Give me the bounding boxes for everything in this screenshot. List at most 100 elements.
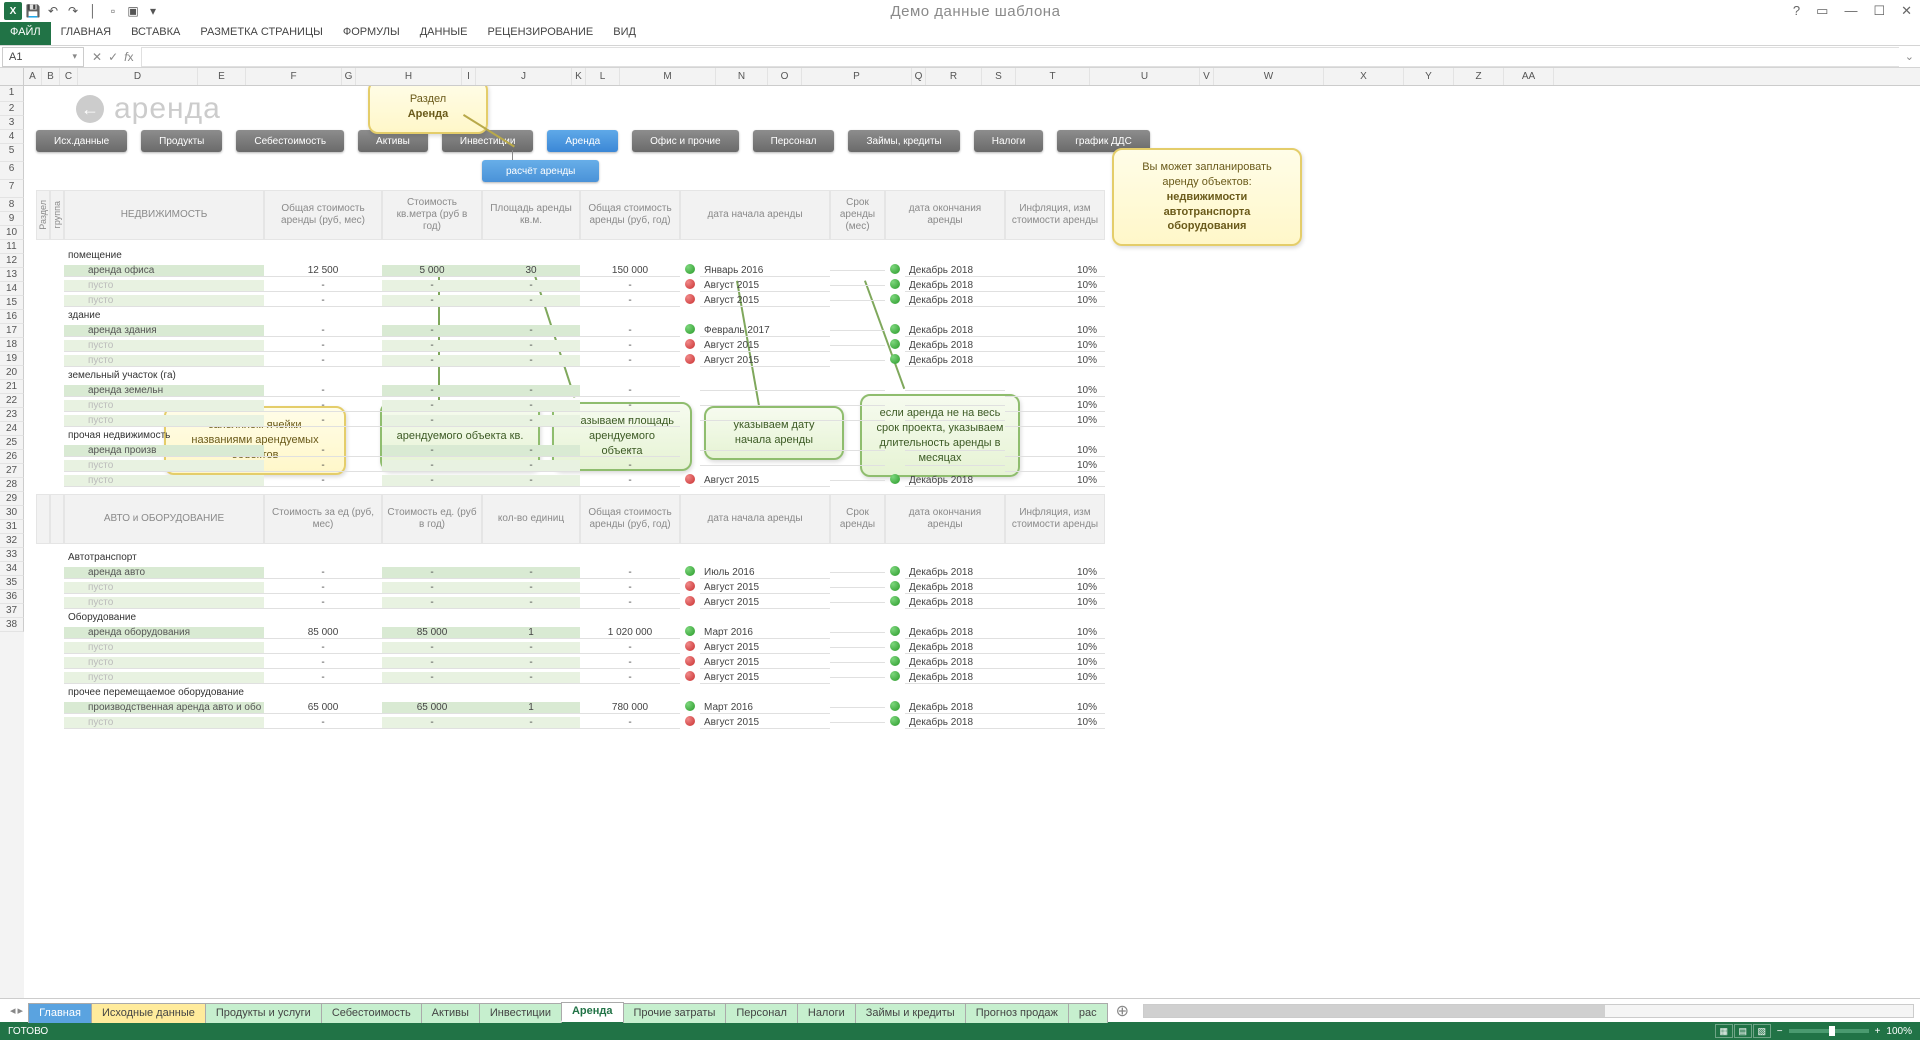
table-row[interactable]: аренда здания----Февраль 2017Декабрь 201… (64, 323, 1105, 338)
sheet-tab[interactable]: Главная (28, 1003, 92, 1023)
table-row[interactable]: пусто----Август 2015Декабрь 201810% (64, 293, 1105, 308)
col-header[interactable]: A (24, 68, 42, 85)
sheet-tab[interactable]: Инвестиции (479, 1003, 562, 1023)
formula-input[interactable] (141, 47, 1898, 67)
row-header[interactable]: 8 (0, 198, 24, 212)
sheet-tab[interactable]: Персонал (725, 1003, 798, 1023)
nav-button[interactable]: Офис и прочие (632, 130, 738, 152)
col-header[interactable]: H (356, 68, 462, 85)
table-row[interactable]: прочая недвижимость (64, 428, 264, 443)
enter-formula-icon[interactable]: ✓ (108, 50, 118, 64)
sheet-tab[interactable]: Займы и кредиты (855, 1003, 966, 1023)
name-box[interactable]: A1 (2, 47, 84, 67)
table-row[interactable]: помещение (64, 248, 264, 263)
table-row[interactable]: пусто----10% (64, 398, 1105, 413)
open-icon[interactable]: ▣ (124, 2, 142, 20)
table-row[interactable]: пусто----Август 2015Декабрь 201810% (64, 278, 1105, 293)
redo-icon[interactable]: ↷ (64, 2, 82, 20)
row-header[interactable]: 27 (0, 464, 24, 478)
table-row[interactable]: земельный участок (га) (64, 368, 264, 383)
table-row[interactable]: Автотранспорт (64, 550, 264, 565)
col-header[interactable]: C (60, 68, 78, 85)
col-header[interactable]: T (1016, 68, 1090, 85)
zoom-in-button[interactable]: + (1875, 1026, 1881, 1037)
row-header[interactable]: 19 (0, 352, 24, 366)
col-header[interactable]: J (476, 68, 572, 85)
ribbon-tab-вставка[interactable]: ВСТАВКА (121, 22, 190, 45)
ribbon-tab-рецензирование[interactable]: РЕЦЕНЗИРОВАНИЕ (477, 22, 603, 45)
col-header[interactable]: P (802, 68, 912, 85)
nav-button[interactable]: Исх.данные (36, 130, 127, 152)
col-header[interactable]: M (620, 68, 716, 85)
zoom-slider[interactable] (1789, 1029, 1869, 1033)
table-row[interactable]: аренда земельн----10% (64, 383, 1105, 398)
table-row[interactable]: производственная аренда авто и обо65 000… (64, 700, 1105, 715)
help-icon[interactable]: ? (1789, 3, 1804, 19)
table-row[interactable]: пусто----Август 2015Декабрь 201810% (64, 655, 1105, 670)
close-icon[interactable]: ✕ (1897, 3, 1916, 19)
expand-fbar-icon[interactable]: ⌄ (1899, 50, 1920, 63)
fx-icon[interactable]: fx (124, 50, 133, 64)
table-row[interactable]: здание (64, 308, 264, 323)
col-header[interactable]: B (42, 68, 60, 85)
row-header[interactable]: 3 (0, 116, 24, 130)
nav-button[interactable]: Налоги (974, 130, 1044, 152)
ribbon-tab-данные[interactable]: ДАННЫЕ (410, 22, 478, 45)
tab-last-icon[interactable]: ▸ (18, 1004, 24, 1017)
row-header[interactable]: 6 (0, 162, 24, 180)
row-header[interactable]: 11 (0, 240, 24, 254)
sheet-tab[interactable]: Продукты и услуги (205, 1003, 322, 1023)
table-row[interactable]: Оборудование (64, 610, 264, 625)
row-header[interactable]: 7 (0, 180, 24, 198)
col-header[interactable]: N (716, 68, 768, 85)
sheet-tab[interactable]: Налоги (797, 1003, 856, 1023)
save-icon[interactable]: 💾 (24, 2, 42, 20)
row-header[interactable]: 23 (0, 408, 24, 422)
row-header[interactable]: 1 (0, 86, 24, 102)
row-header[interactable]: 18 (0, 338, 24, 352)
row-header[interactable]: 5 (0, 144, 24, 162)
row-header[interactable]: 37 (0, 604, 24, 618)
col-header[interactable]: O (768, 68, 802, 85)
row-header[interactable]: 36 (0, 590, 24, 604)
table-row[interactable]: пусто----10% (64, 458, 1105, 473)
table-row[interactable]: пусто----Август 2015Декабрь 201810% (64, 353, 1105, 368)
select-all-corner[interactable] (0, 68, 24, 85)
col-header[interactable]: F (246, 68, 342, 85)
table-row[interactable]: пусто----10% (64, 413, 1105, 428)
ribbon-tab-файл[interactable]: ФАЙЛ (0, 22, 51, 45)
row-header[interactable]: 34 (0, 562, 24, 576)
row-header[interactable]: 2 (0, 102, 24, 116)
row-header[interactable]: 12 (0, 254, 24, 268)
row-header[interactable]: 4 (0, 130, 24, 144)
row-header[interactable]: 26 (0, 450, 24, 464)
table-row[interactable]: пусто----Август 2015Декабрь 201810% (64, 473, 1105, 488)
sheet-tab[interactable]: Прочие затраты (623, 1003, 727, 1023)
sheet-tab[interactable]: Активы (421, 1003, 480, 1023)
row-header[interactable]: 16 (0, 310, 24, 324)
sheet-tab[interactable]: рас (1068, 1003, 1108, 1023)
sheet-tab[interactable]: Себестоимость (321, 1003, 422, 1023)
minimize-icon[interactable]: — (1840, 3, 1861, 19)
new-sheet-button[interactable]: ⊕ (1108, 1001, 1137, 1021)
col-header[interactable]: R (926, 68, 982, 85)
table-row[interactable]: пусто----Август 2015Декабрь 201810% (64, 338, 1105, 353)
row-header[interactable]: 9 (0, 212, 24, 226)
row-header[interactable]: 29 (0, 492, 24, 506)
maximize-icon[interactable]: ☐ (1869, 3, 1889, 19)
row-header[interactable]: 28 (0, 478, 24, 492)
row-header[interactable]: 38 (0, 618, 24, 632)
new-icon[interactable]: ▫ (104, 2, 122, 20)
nav-button[interactable]: Персонал (753, 130, 835, 152)
row-header[interactable]: 17 (0, 324, 24, 338)
table-row[interactable]: аренда произв----10% (64, 443, 1105, 458)
ribbon-tab-вид[interactable]: ВИД (603, 22, 646, 45)
col-header[interactable]: V (1200, 68, 1214, 85)
row-header[interactable]: 22 (0, 394, 24, 408)
table-row[interactable]: прочее перемещаемое оборудование (64, 685, 264, 700)
col-header[interactable]: G (342, 68, 356, 85)
back-button[interactable]: ← (76, 95, 104, 123)
row-header[interactable]: 30 (0, 506, 24, 520)
row-header[interactable]: 31 (0, 520, 24, 534)
col-header[interactable]: Q (912, 68, 926, 85)
